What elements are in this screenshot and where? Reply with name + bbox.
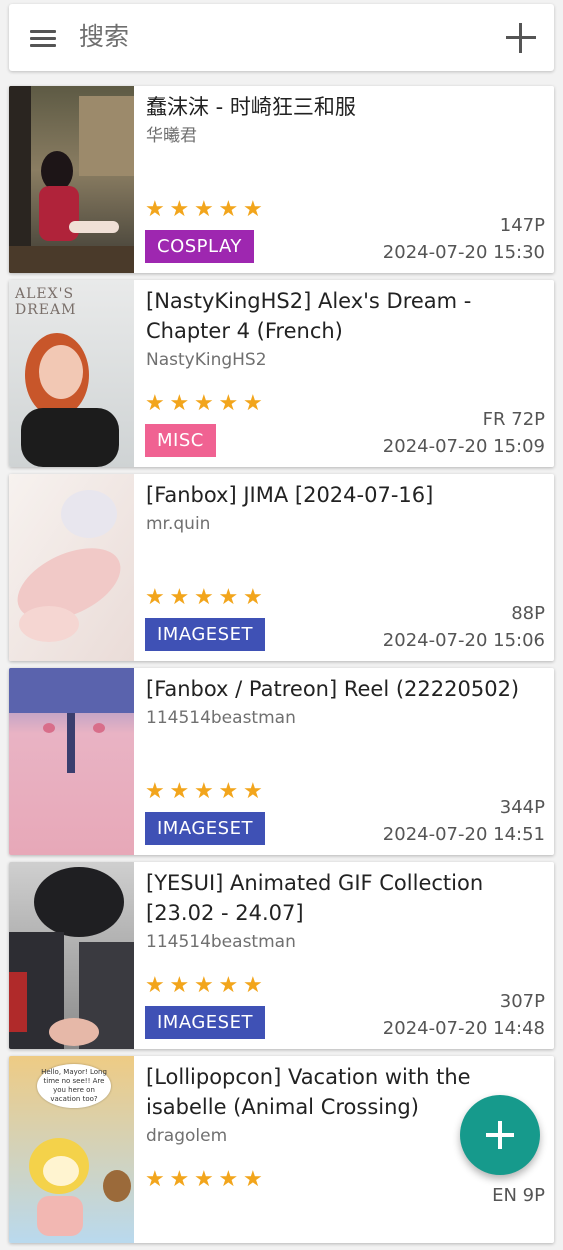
- gallery-list: 蠢沫沫 - 时崎狂三和服 华曦君 ★ ★ ★ ★ ★ COSPLAY 147P 2024-07-2…: [9, 86, 554, 1250]
- star-icon: ★: [145, 973, 165, 998]
- star-icon: ★: [194, 197, 214, 222]
- star-icon: ★: [194, 391, 214, 416]
- posted-date: 2024-07-20 14:51: [382, 824, 545, 845]
- star-icon: ★: [243, 1167, 263, 1192]
- page-count: 307P: [499, 991, 545, 1012]
- category-badge: IMAGESET: [145, 812, 265, 845]
- posted-date: 2024-07-20 15:09: [382, 436, 545, 457]
- star-icon: ★: [169, 585, 190, 610]
- page-count: 147P: [499, 215, 545, 236]
- search-input[interactable]: 搜索: [79, 20, 129, 54]
- gallery-title: [Fanbox / Patreon] Reel (22220502): [146, 677, 520, 701]
- rating-stars: ★ ★ ★ ★ ★: [145, 197, 268, 223]
- rating-stars: ★ ★ ★ ★ ★: [145, 779, 268, 805]
- star-icon: ★: [194, 973, 214, 998]
- gallery-uploader: 114514beastman: [146, 932, 296, 952]
- category-badge: IMAGESET: [145, 618, 265, 651]
- thumbnail-text: Hello, Mayor! Long time no see!! Are you…: [37, 1064, 111, 1108]
- category-badge: MISC: [145, 424, 216, 457]
- gallery-thumbnail: ALEX'S DREAM: [9, 280, 134, 467]
- star-icon: ★: [243, 391, 263, 416]
- star-icon: ★: [194, 585, 214, 610]
- star-icon: ★: [218, 973, 239, 998]
- gallery-title: [YESUI] Animated GIF Collection [23.02 -…: [146, 871, 484, 925]
- star-icon: ★: [243, 585, 263, 610]
- category-badge: IMAGESET: [145, 1006, 265, 1039]
- page-count: FR 72P: [482, 409, 545, 430]
- star-icon: ★: [243, 973, 263, 998]
- star-icon: ★: [243, 197, 263, 222]
- star-icon: ★: [145, 391, 165, 416]
- star-icon: ★: [169, 391, 190, 416]
- gallery-thumbnail: [9, 86, 134, 273]
- posted-date: 2024-07-20 15:06: [382, 630, 545, 651]
- star-icon: ★: [145, 197, 165, 222]
- search-bar[interactable]: 搜索: [9, 4, 554, 71]
- gallery-card[interactable]: [YESUI] Animated GIF Collection [23.02 -…: [9, 862, 554, 1049]
- rating-stars: ★ ★ ★ ★ ★: [145, 585, 268, 611]
- page-count: EN 9P: [492, 1185, 545, 1206]
- gallery-card[interactable]: [Fanbox / Patreon] Reel (22220502) 114514…: [9, 668, 554, 855]
- posted-date: 2024-07-20 14:48: [382, 1018, 545, 1039]
- gallery-thumbnail: [9, 474, 134, 661]
- gallery-uploader: NastyKingHS2: [146, 350, 267, 370]
- posted-date: 2024-07-20 15:30: [382, 242, 545, 263]
- gallery-uploader: mr.quin: [146, 514, 211, 534]
- category-badge: COSPLAY: [145, 230, 254, 263]
- star-icon: ★: [145, 779, 165, 804]
- page-count: 344P: [499, 797, 545, 818]
- gallery-title: [Fanbox] JIMA [2024-07-16]: [146, 483, 434, 507]
- star-icon: ★: [218, 585, 239, 610]
- star-icon: ★: [145, 585, 165, 610]
- gallery-card[interactable]: [Fanbox] JIMA [2024-07-16] mr.quin ★ ★ ★ ★ ★ IM…: [9, 474, 554, 661]
- gallery-card[interactable]: 蠢沫沫 - 时崎狂三和服 华曦君 ★ ★ ★ ★ ★ COSPLAY 147P 2024-07-2…: [9, 86, 554, 273]
- star-icon: ★: [218, 779, 239, 804]
- star-icon: ★: [194, 1167, 214, 1192]
- star-icon: ★: [169, 779, 190, 804]
- add-icon[interactable]: [506, 23, 536, 53]
- rating-stars: ★ ★ ★ ★ ★: [145, 391, 268, 417]
- star-icon: ★: [218, 197, 239, 222]
- rating-stars: ★ ★ ★ ★ ★: [145, 1167, 268, 1193]
- fab-add-button[interactable]: [460, 1095, 540, 1175]
- star-icon: ★: [169, 973, 190, 998]
- gallery-title: 蠢沫沫 - 时崎狂三和服: [146, 95, 356, 119]
- rating-stars: ★ ★ ★ ★ ★: [145, 973, 268, 999]
- star-icon: ★: [169, 1167, 190, 1192]
- gallery-card[interactable]: ALEX'S DREAM [NastyKingHS2] Alex's Dream …: [9, 280, 554, 467]
- thumbnail-text: ALEX'S DREAM: [15, 286, 77, 318]
- gallery-thumbnail: Hello, Mayor! Long time no see!! Are you…: [9, 1056, 134, 1243]
- page-count: 88P: [511, 603, 545, 624]
- star-icon: ★: [169, 197, 190, 222]
- star-icon: ★: [145, 1167, 165, 1192]
- gallery-title: [NastyKingHS2] Alex's Dream - Chapter 4 …: [146, 289, 472, 343]
- star-icon: ★: [243, 779, 263, 804]
- gallery-uploader: 华曦君: [146, 126, 197, 146]
- gallery-thumbnail: [9, 668, 134, 855]
- star-icon: ★: [218, 391, 239, 416]
- star-icon: ★: [194, 779, 214, 804]
- gallery-uploader: dragolem: [146, 1126, 228, 1146]
- menu-icon[interactable]: [30, 28, 56, 48]
- star-icon: ★: [218, 1167, 239, 1192]
- gallery-uploader: 114514beastman: [146, 708, 296, 728]
- gallery-thumbnail: [9, 862, 134, 1049]
